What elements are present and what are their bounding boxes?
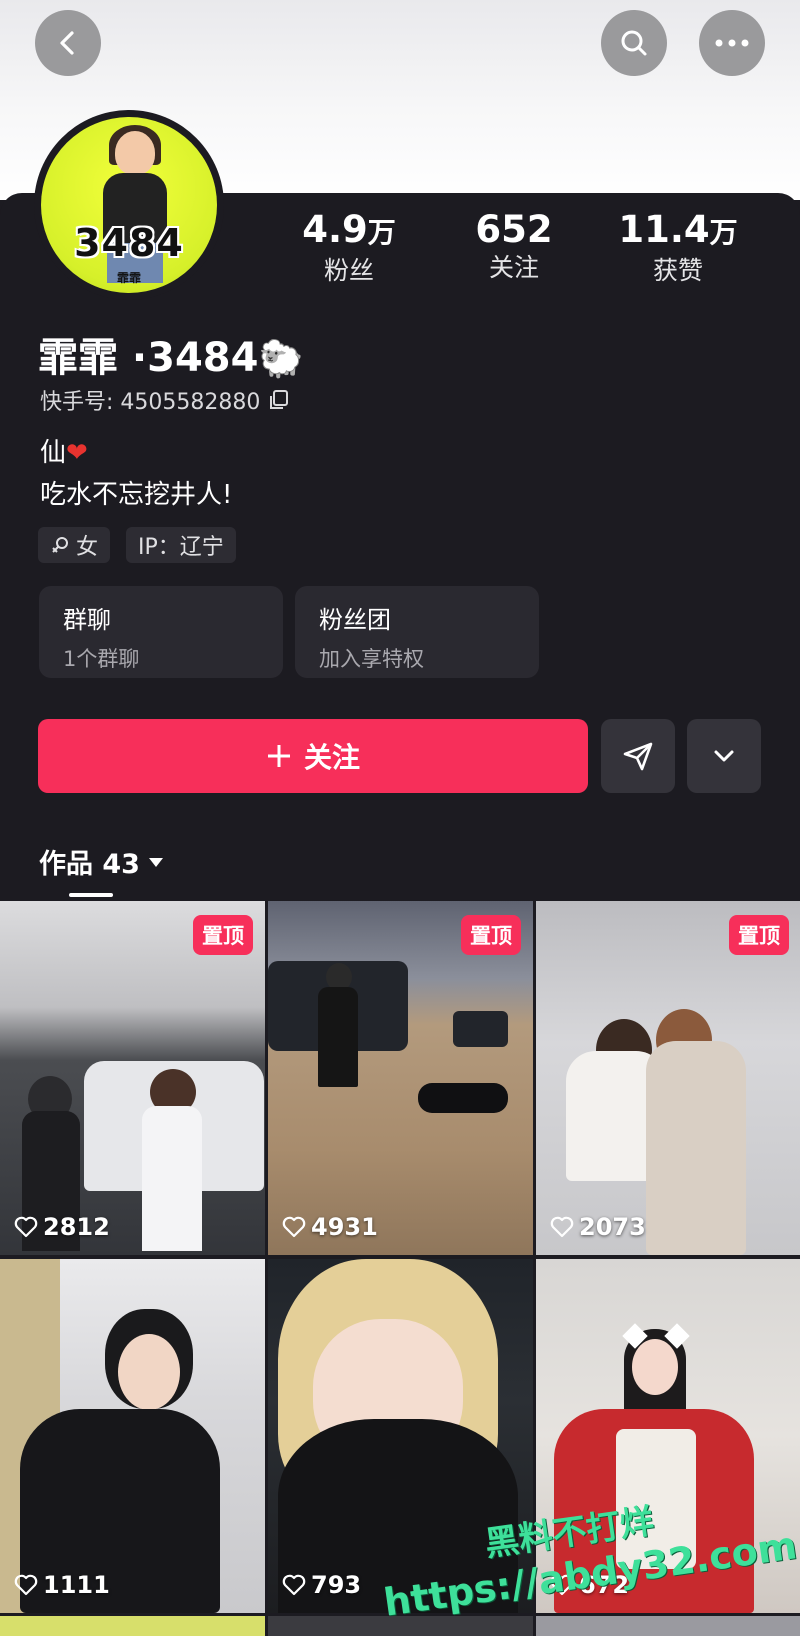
video-thumb-face — [632, 1339, 678, 1395]
video-like-count: 1111 — [14, 1571, 110, 1599]
follow-button-label: 关注 — [303, 741, 360, 774]
group-chat-sub: 1个群聊 — [63, 647, 140, 671]
fan-club-sub: 加入享特权 — [319, 647, 424, 671]
video-like-number: 2073 — [579, 1213, 646, 1241]
video-like-number: 793 — [311, 1571, 362, 1599]
video-like-number: 4931 — [311, 1213, 378, 1241]
chevron-down-icon — [714, 750, 734, 762]
stat-fans-label: 粉丝 — [323, 256, 374, 285]
video-thumb-jeep — [453, 1011, 508, 1047]
copy-icon[interactable] — [268, 389, 290, 411]
kuaishou-id[interactable]: 快手号: 4505582880 — [40, 384, 290, 416]
send-icon — [623, 742, 653, 771]
heart-icon — [14, 1216, 38, 1238]
search-button[interactable] — [601, 10, 667, 76]
stat-likes-label: 获赞 — [652, 256, 703, 285]
gender-tag: 女 — [38, 527, 111, 563]
video-like-count: 2812 — [14, 1213, 110, 1241]
video-thumb-figure — [418, 1083, 508, 1113]
profile-name: 霏霏 ·3484🐑 — [38, 335, 304, 381]
back-button[interactable] — [35, 10, 101, 76]
avatar[interactable]: 3484 霏霏 — [34, 110, 224, 300]
tab-active-indicator — [69, 893, 113, 897]
caret-down-icon — [148, 857, 163, 867]
video-thumb-figure — [118, 1334, 180, 1410]
stat-likes[interactable]: 11.4万 获赞 — [598, 208, 758, 287]
stat-fans-value: 4.9万 — [302, 208, 396, 251]
sheep-icon: 🐑 — [258, 339, 304, 380]
video-card[interactable]: 置顶 4931 — [268, 901, 533, 1255]
video-like-count: 4931 — [282, 1213, 378, 1241]
stat-likes-value: 11.4万 — [618, 208, 738, 251]
video-card[interactable]: 置顶 2073 — [536, 901, 800, 1255]
video-thumb-figure — [646, 1041, 746, 1255]
search-icon — [621, 30, 647, 56]
chevron-left-icon — [60, 31, 74, 55]
avatar-image: 3484 霏霏 — [41, 117, 217, 293]
stat-following-value: 652 — [475, 208, 553, 251]
pinned-badge: 置顶 — [461, 915, 521, 955]
heart-icon — [282, 1216, 306, 1238]
video-like-number: 2812 — [43, 1213, 110, 1241]
stat-following-label: 关注 — [488, 253, 539, 282]
video-thumb-figure — [318, 987, 358, 1087]
plus-icon — [267, 745, 290, 767]
video-like-number: 1111 — [43, 1571, 110, 1599]
video-like-count: 793 — [282, 1571, 361, 1599]
video-like-count: 2073 — [550, 1213, 646, 1241]
heart-icon — [550, 1216, 574, 1238]
tab-works[interactable]: 作品 43 — [39, 842, 164, 881]
send-message-button[interactable] — [601, 719, 675, 793]
female-icon — [52, 537, 68, 553]
avatar-face — [115, 131, 155, 175]
group-chat-title: 群聊 — [63, 606, 111, 634]
bio-line-1: 仙❤ — [40, 438, 88, 468]
video-thumb-figure — [142, 1106, 202, 1251]
video-card[interactable]: 置顶 2812 — [0, 901, 265, 1255]
kuaishou-id-text: 快手号: 4505582880 — [40, 390, 261, 415]
pinned-badge: 置顶 — [729, 915, 789, 955]
more-button[interactable] — [699, 10, 765, 76]
video-card[interactable]: 1111 — [0, 1259, 265, 1613]
pinned-badge: 置顶 — [193, 915, 253, 955]
heart-icon — [14, 1574, 38, 1596]
stat-following[interactable]: 652 关注 — [434, 208, 594, 284]
heart-icon — [282, 1574, 306, 1596]
follow-button[interactable]: 关注 — [38, 719, 588, 793]
avatar-badge-sub: 霏霏 — [116, 271, 141, 285]
video-card-peek — [0, 1616, 265, 1636]
stat-fans[interactable]: 4.9万 粉丝 — [269, 208, 429, 287]
expand-recommend-button[interactable] — [687, 719, 761, 793]
fan-club-box[interactable]: 粉丝团 加入享特权 — [295, 586, 539, 678]
ip-tag: IP：辽宁 — [126, 527, 236, 563]
more-horizontal-icon — [715, 39, 749, 47]
group-chat-box[interactable]: 群聊 1个群聊 — [39, 586, 283, 678]
heart-emoji-icon: ❤ — [66, 438, 88, 468]
bio-line-2: 吃水不忘挖井人! — [40, 480, 233, 510]
fan-club-title: 粉丝团 — [319, 606, 391, 634]
gender-tag-text: 女 — [76, 535, 99, 560]
tab-works-label: 作品 43 — [39, 849, 140, 880]
avatar-badge-text: 3484 — [74, 221, 184, 265]
video-card-peek — [536, 1616, 800, 1636]
